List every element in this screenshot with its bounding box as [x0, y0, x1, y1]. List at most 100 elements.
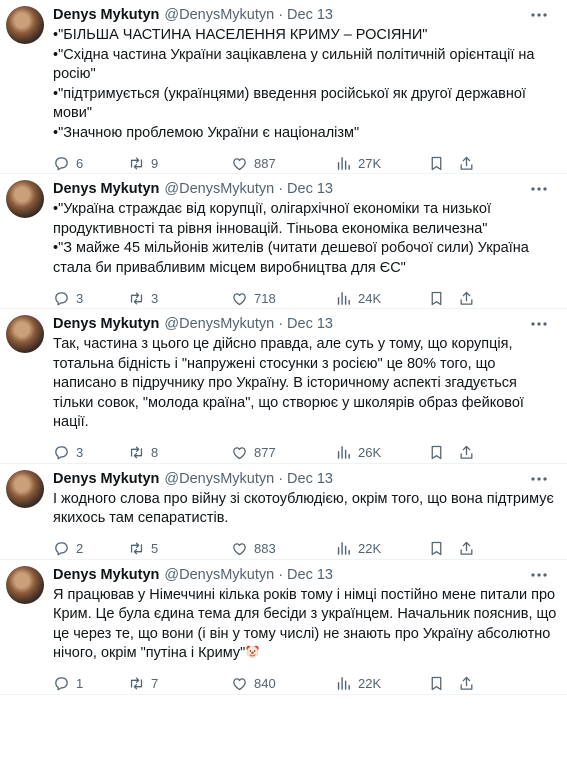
share-icon: [460, 156, 473, 170]
tweet-actions: 6 9 887 27K: [53, 153, 557, 173]
bookmark-icon: [431, 541, 442, 556]
reply-button[interactable]: 3: [53, 444, 128, 461]
tweet[interactable]: Denys Mykutyn @DenysMykutyn · Dec 13 •"У…: [0, 174, 567, 309]
avatar[interactable]: [6, 6, 44, 44]
share-button[interactable]: [458, 444, 478, 461]
tweet[interactable]: Denys Mykutyn @DenysMykutyn · Dec 13 І ж…: [0, 464, 567, 560]
view-count: 24K: [358, 290, 382, 306]
author-name[interactable]: Denys Mykutyn: [53, 315, 159, 334]
analytics-icon: [337, 156, 350, 170]
more-options-button[interactable]: [529, 8, 549, 22]
author-handle[interactable]: @DenysMykutyn: [164, 315, 274, 334]
avatar[interactable]: [6, 565, 44, 604]
tweet-header: Denys Mykutyn @DenysMykutyn · Dec 13: [53, 566, 557, 585]
reply-button[interactable]: 3: [53, 290, 128, 307]
like-button[interactable]: 718: [231, 290, 335, 307]
analytics-icon: [337, 542, 350, 555]
repost-button[interactable]: 5: [128, 540, 231, 557]
like-count: 877: [254, 445, 276, 460]
reply-button[interactable]: 1: [53, 675, 128, 692]
tweet-date[interactable]: Dec 13: [287, 566, 333, 585]
tweet-date[interactable]: Dec 13: [287, 315, 333, 334]
author-handle[interactable]: @DenysMykutyn: [164, 180, 274, 199]
view-count: 27K: [358, 155, 382, 171]
share-button[interactable]: [458, 675, 478, 692]
more-options-button[interactable]: [529, 472, 549, 486]
tweet-date[interactable]: Dec 13: [287, 6, 333, 25]
author-name[interactable]: Denys Mykutyn: [53, 470, 159, 489]
bookmark-icon: [431, 445, 442, 460]
views-button[interactable]: 27K: [335, 155, 428, 172]
tweet-actions: 3 8 877 26K: [53, 443, 557, 463]
repost-count: 5: [151, 541, 159, 556]
like-count: 840: [254, 676, 276, 691]
share-button[interactable]: [458, 540, 478, 557]
tweet-header: Denys Mykutyn @DenysMykutyn · Dec 13: [53, 6, 557, 25]
tweet[interactable]: Denys Mykutyn @DenysMykutyn · Dec 13 •"Б…: [0, 0, 567, 174]
reply-button[interactable]: 6: [53, 155, 128, 172]
more-icon: [531, 187, 547, 191]
repost-count: 3: [151, 290, 159, 306]
avatar[interactable]: [6, 315, 44, 353]
author-name[interactable]: Denys Mykutyn: [53, 6, 159, 25]
bookmark-button[interactable]: [428, 155, 458, 172]
like-button[interactable]: 883: [231, 540, 335, 557]
reply-button[interactable]: 2: [53, 540, 128, 557]
repost-count: 7: [151, 676, 159, 691]
like-button[interactable]: 877: [231, 444, 335, 461]
avatar[interactable]: [6, 180, 44, 218]
reply-count: 6: [76, 155, 84, 171]
author-handle[interactable]: @DenysMykutyn: [164, 566, 274, 585]
reply-icon: [55, 446, 68, 460]
heart-icon: [233, 678, 246, 691]
like-button[interactable]: 887: [231, 155, 335, 172]
views-button[interactable]: 24K: [335, 290, 428, 307]
views-button[interactable]: 26K: [335, 444, 428, 461]
author-handle[interactable]: @DenysMykutyn: [164, 6, 274, 25]
views-button[interactable]: 22K: [335, 540, 428, 557]
tweet-thread: Denys Mykutyn @DenysMykutyn · Dec 13 •"Б…: [0, 0, 567, 695]
bookmark-button[interactable]: [428, 444, 458, 461]
reply-icon: [55, 542, 68, 556]
tweet-text-line: •"Україна страждає від корупції, олігарх…: [53, 201, 492, 237]
bookmark-button[interactable]: [428, 290, 458, 307]
tweet-text: І жодного слова про війну зі скотоублюді…: [53, 490, 557, 529]
tweet-date[interactable]: Dec 13: [287, 180, 333, 199]
like-count: 883: [254, 541, 276, 556]
repost-button[interactable]: 7: [128, 675, 231, 692]
author-name[interactable]: Denys Mykutyn: [53, 566, 159, 585]
bookmark-button[interactable]: [428, 675, 458, 692]
share-icon: [460, 541, 473, 555]
repost-icon: [130, 677, 143, 690]
repost-button[interactable]: 8: [128, 444, 231, 461]
bookmark-button[interactable]: [428, 540, 458, 557]
like-count: 718: [254, 290, 276, 306]
more-options-button[interactable]: [529, 182, 549, 196]
more-options-button[interactable]: [529, 568, 549, 582]
repost-button[interactable]: 3: [128, 290, 231, 307]
separator-dot: ·: [278, 470, 284, 487]
views-button[interactable]: 22K: [335, 675, 428, 692]
share-button[interactable]: [458, 290, 478, 307]
analytics-icon: [337, 677, 350, 690]
bookmark-icon: [431, 676, 442, 691]
analytics-icon: [337, 291, 350, 305]
tweet-date[interactable]: Dec 13: [287, 470, 333, 489]
more-options-button[interactable]: [529, 317, 549, 331]
like-button[interactable]: 840: [231, 675, 335, 692]
tweet-text-line: •"БІЛЬША ЧАСТИНА НАСЕЛЕННЯ КРИМУ – РОСІЯ…: [53, 27, 428, 43]
tweet[interactable]: Denys Mykutyn @DenysMykutyn · Dec 13 Я п…: [0, 560, 567, 695]
repost-icon: [130, 446, 143, 459]
repost-icon: [130, 292, 143, 304]
author-handle[interactable]: @DenysMykutyn: [164, 470, 274, 489]
share-button[interactable]: [458, 155, 478, 172]
author-name[interactable]: Denys Mykutyn: [53, 180, 159, 199]
repost-button[interactable]: 9: [128, 155, 231, 172]
reply-count: 3: [76, 290, 84, 306]
tweet-header: Denys Mykutyn @DenysMykutyn · Dec 13: [53, 315, 557, 334]
avatar[interactable]: [6, 469, 44, 508]
reply-count: 3: [76, 445, 84, 460]
heart-icon: [233, 292, 246, 305]
tweet[interactable]: Denys Mykutyn @DenysMykutyn · Dec 13 Так…: [0, 309, 567, 464]
repost-count: 9: [151, 155, 159, 171]
